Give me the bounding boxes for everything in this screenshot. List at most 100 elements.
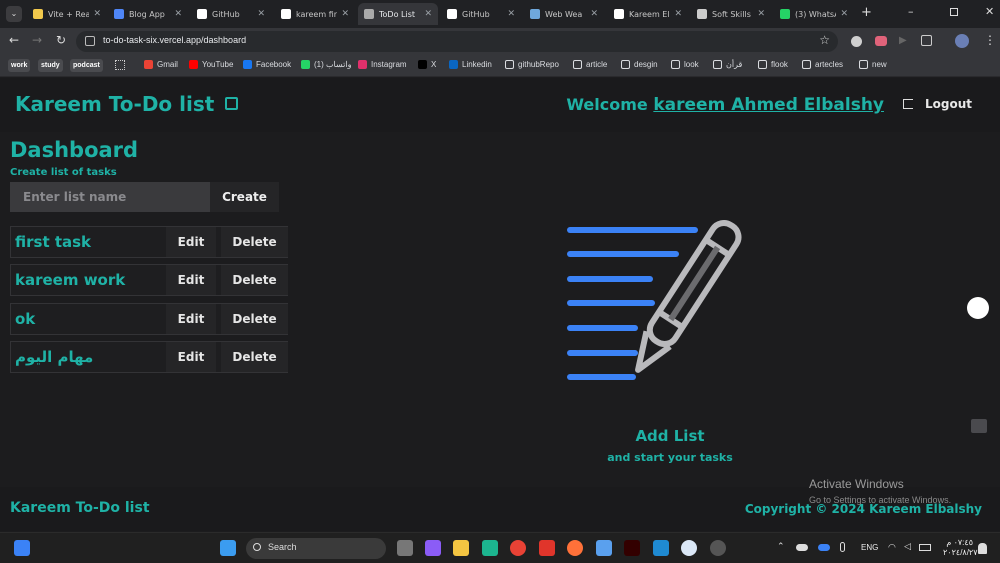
minimize-button[interactable]: –	[908, 5, 914, 18]
bookmark-item[interactable]: work	[8, 59, 31, 72]
tab-close-icon[interactable]: ✕	[174, 9, 182, 19]
extensions-puzzle-icon[interactable]	[921, 35, 932, 46]
github-desktop-icon[interactable]	[710, 540, 726, 556]
task-list-name[interactable]: kareem work	[15, 271, 125, 289]
bookmark-item[interactable]: artecles	[802, 60, 843, 69]
bookmark-item[interactable]: قرأن	[713, 60, 742, 69]
browser-tab[interactable]: GitHub ✕	[191, 3, 271, 25]
bookmark-item[interactable]: Gmail	[144, 60, 178, 69]
browser-tab[interactable]: Soft Skills ✕	[691, 3, 771, 25]
clock[interactable]: ٠٧:٤٥ م ٢٠٢٤/٨/٢٧	[943, 538, 978, 558]
task-list-row[interactable]: kareem work Edit Delete	[10, 264, 288, 296]
bookmark-item[interactable]: new	[859, 60, 887, 69]
browser-tab[interactable]: (3) WhatsA ✕	[774, 3, 854, 25]
bookmark-item[interactable]: واتساب (1)	[301, 60, 351, 69]
tab-close-icon[interactable]: ✕	[590, 9, 598, 19]
illustrator-icon[interactable]	[624, 540, 640, 556]
delete-button[interactable]: Delete	[221, 227, 288, 257]
bookmark-item[interactable]: study	[38, 59, 63, 72]
extension-icon[interactable]	[851, 36, 862, 47]
bookmark-item[interactable]: flook	[758, 60, 788, 69]
task-list-name[interactable]: first task	[15, 233, 91, 251]
list-name-input[interactable]	[10, 182, 210, 212]
tab-close-icon[interactable]: ✕	[507, 9, 515, 19]
bookmark-item[interactable]: Instagram	[358, 60, 407, 69]
delete-button[interactable]: Delete	[221, 304, 288, 334]
office-icon[interactable]	[539, 540, 555, 556]
store-icon[interactable]	[596, 540, 612, 556]
edit-button[interactable]: Edit	[166, 304, 216, 334]
bookmark-item[interactable]: X	[418, 60, 436, 69]
browser-tab[interactable]: kareem fir ✕	[275, 3, 355, 25]
tab-close-icon[interactable]: ✕	[757, 9, 765, 19]
edge-icon[interactable]	[482, 540, 498, 556]
volume-icon[interactable]: ◁	[904, 542, 911, 552]
language-indicator[interactable]: ENG	[861, 543, 878, 552]
site-info-icon[interactable]	[85, 36, 95, 46]
task-view-icon[interactable]	[397, 540, 413, 556]
tab-close-icon[interactable]: ✕	[424, 9, 432, 19]
profile-avatar[interactable]	[955, 34, 969, 48]
new-tab-button[interactable]: +	[861, 5, 872, 20]
reload-icon[interactable]: ↻	[56, 33, 66, 47]
task-list-row[interactable]: مهام اليوم Edit Delete	[10, 341, 288, 373]
widgets-icon[interactable]	[14, 540, 30, 556]
tab-search-dropdown[interactable]: ⌄	[6, 6, 22, 22]
tab-close-icon[interactable]: ✕	[257, 9, 265, 19]
browser-tab[interactable]: ToDo List ✕	[358, 3, 438, 25]
tab-close-icon[interactable]: ✕	[93, 9, 101, 19]
browser-tab[interactable]: Blog App ✕	[108, 3, 188, 25]
battery-icon[interactable]	[919, 544, 931, 551]
bookmark-item[interactable]: Linkedin	[449, 60, 492, 69]
onedrive-icon[interactable]	[796, 544, 808, 551]
apps-grid-icon[interactable]	[115, 60, 125, 70]
bookmark-item[interactable]: Facebook	[243, 60, 291, 69]
menu-kebab-icon[interactable]: ⋮	[984, 33, 996, 47]
task-list-row[interactable]: first task Edit Delete	[10, 226, 288, 258]
edit-button[interactable]: Edit	[166, 265, 216, 295]
restore-button[interactable]	[950, 8, 958, 16]
task-list-name[interactable]: مهام اليوم	[15, 348, 93, 366]
file-explorer-icon[interactable]	[453, 540, 469, 556]
floating-assistant-icon[interactable]	[967, 297, 989, 319]
create-button[interactable]: Create	[210, 182, 279, 212]
browser-tab[interactable]: GitHub ✕	[441, 3, 521, 25]
delete-button[interactable]: Delete	[221, 342, 288, 372]
vscode-icon[interactable]	[653, 540, 669, 556]
bookmark-item[interactable]: article	[573, 60, 607, 69]
firefox-icon[interactable]	[567, 540, 583, 556]
cloud-icon[interactable]	[818, 544, 830, 551]
browser-tab[interactable]: Kareem El ✕	[608, 3, 688, 25]
bookmark-item[interactable]: podcast	[70, 59, 103, 72]
translate-icon[interactable]	[971, 419, 987, 433]
logout-button[interactable]: Logout	[903, 97, 972, 111]
tab-close-icon[interactable]: ✕	[840, 9, 848, 19]
bookmark-item[interactable]: YouTube	[189, 60, 233, 69]
app-icon[interactable]	[681, 540, 697, 556]
bookmark-item[interactable]: githubRepo	[505, 60, 559, 69]
forward-icon[interactable]: →	[32, 33, 42, 47]
edit-button[interactable]: Edit	[166, 342, 216, 372]
task-list-name[interactable]: ok	[15, 310, 35, 328]
taskbar-search[interactable]: Search	[246, 538, 386, 559]
bookmark-star-icon[interactable]: ☆	[819, 33, 830, 47]
chrome-icon[interactable]	[510, 540, 526, 556]
copilot-icon[interactable]	[425, 540, 441, 556]
browser-tab[interactable]: Vite + Rea ✕	[27, 3, 107, 25]
browser-tab[interactable]: Web Wea ✕	[524, 3, 604, 25]
wifi-icon[interactable]: ◠	[888, 543, 896, 553]
notification-icon[interactable]	[978, 543, 987, 554]
start-icon[interactable]	[220, 540, 236, 556]
bookmark-item[interactable]: desgin	[621, 60, 658, 69]
tab-close-icon[interactable]: ✕	[341, 9, 349, 19]
username-link[interactable]: kareem Ahmed Elbalshy	[653, 95, 884, 115]
task-list-row[interactable]: ok Edit Delete	[10, 303, 288, 335]
tab-close-icon[interactable]: ✕	[674, 9, 682, 19]
extension-icon[interactable]: ▶	[899, 35, 907, 46]
address-bar[interactable]: to-do-task-six.vercel.app/dashboard ☆	[76, 31, 838, 52]
mic-icon[interactable]	[840, 542, 845, 552]
back-icon[interactable]: ←	[9, 33, 19, 47]
extension-icon[interactable]	[875, 36, 887, 46]
delete-button[interactable]: Delete	[221, 265, 288, 295]
close-window-button[interactable]: ✕	[985, 5, 994, 18]
